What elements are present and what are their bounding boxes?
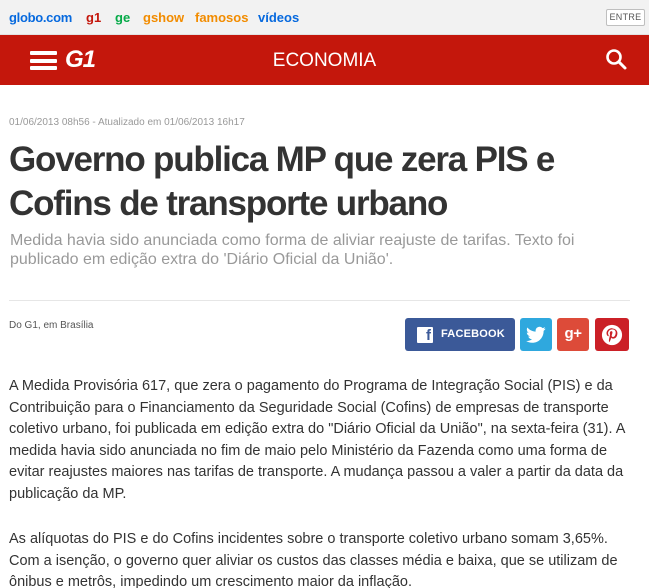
link-g1[interactable]: g1 [86, 10, 101, 25]
share-facebook-button[interactable]: f FACEBOOK [405, 318, 515, 351]
search-icon[interactable] [604, 47, 628, 71]
link-ge[interactable]: ge [115, 10, 130, 25]
article-subtitle: Medida havia sido anunciada como forma d… [10, 232, 575, 268]
login-button[interactable]: ENTRE [606, 9, 645, 26]
facebook-label: FACEBOOK [441, 328, 505, 340]
article-byline: Do G1, em Brasília [9, 320, 94, 331]
google-plus-icon: g+ [564, 325, 582, 342]
share-google-plus-button[interactable]: g+ [557, 318, 589, 351]
g1-header: G1 ECONOMIA [0, 35, 649, 85]
share-twitter-button[interactable] [520, 318, 552, 351]
article-timestamp: 01/06/2013 08h56 - Atualizado em 01/06/2… [9, 117, 245, 128]
link-gshow[interactable]: gshow [143, 10, 184, 25]
link-videos[interactable]: vídeos [258, 10, 299, 25]
article-headline: Governo publica MP que zera PIS e Cofins… [9, 140, 555, 223]
article-paragraph: A Medida Provisória 617, que zera o paga… [9, 378, 625, 502]
article-paragraph: As alíquotas do PIS e do Cofins incident… [9, 531, 618, 588]
share-pinterest-button[interactable] [595, 318, 629, 351]
globo-top-bar: globo.com g1 ge gshow famosos vídeos ENT… [0, 0, 649, 35]
link-globo-com[interactable]: globo.com [9, 10, 72, 25]
section-title[interactable]: ECONOMIA [0, 48, 649, 74]
twitter-icon [526, 326, 546, 343]
link-famosos[interactable]: famosos [195, 10, 248, 25]
divider [9, 300, 630, 301]
pinterest-icon [601, 324, 623, 345]
facebook-icon: f [417, 327, 433, 344]
